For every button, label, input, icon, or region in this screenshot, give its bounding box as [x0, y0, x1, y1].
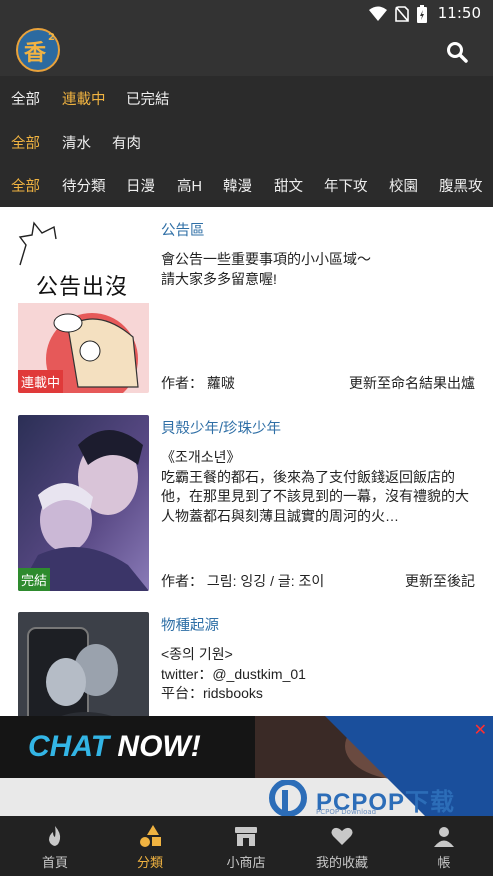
- search-icon[interactable]: [445, 40, 469, 64]
- nav-account-label: 帳: [437, 855, 451, 870]
- nav-categories[interactable]: 分類: [101, 816, 199, 876]
- flame-icon: [49, 826, 61, 846]
- nav-shop[interactable]: 小商店: [197, 816, 295, 876]
- bottom-nav: 首頁 分類 小商店 我的收藏 帳: [0, 816, 493, 876]
- cover-image: 公告出沒 連載中: [18, 217, 149, 393]
- nav-account[interactable]: 帳: [395, 816, 493, 876]
- genre-filter-all[interactable]: 全部: [11, 175, 40, 196]
- type-filter-all[interactable]: 全部: [11, 132, 40, 153]
- comic-author: 作者： 蘿啵: [161, 375, 235, 391]
- genre-filter-japanese[interactable]: 日漫: [126, 175, 155, 196]
- comic-description: <종의 기원> twitter：@_dustkim_01 平台：ridsbook…: [161, 646, 306, 721]
- genre-filter-row: 全部 待分類 日漫 高H 韓漫 甜文 年下攻 校園 腹黑攻: [0, 163, 493, 207]
- app-logo[interactable]: 香 2: [16, 28, 60, 72]
- genre-filter-korean[interactable]: 韓漫: [223, 175, 252, 196]
- nav-favorites-label: 我的收藏: [315, 855, 368, 870]
- comic-update: 更新至後記: [405, 573, 475, 589]
- cover-caption: 公告出沒: [36, 275, 129, 300]
- status-filter-row: 全部 連載中 已完結: [0, 76, 493, 120]
- status-bar: 11:50: [0, 0, 493, 28]
- ad-headline: CHAT NOW!: [28, 730, 201, 764]
- genre-filter-uncategorized[interactable]: 待分類: [62, 175, 106, 196]
- type-filter-row: 全部 清水 有肉: [0, 120, 493, 164]
- shapes-icon: [140, 825, 161, 847]
- status-filter-all[interactable]: 全部: [11, 88, 40, 109]
- pearl-boy-cover-art: [18, 415, 149, 591]
- ad-close-icon[interactable]: ✕: [474, 720, 487, 739]
- comic-title[interactable]: 物種起源: [161, 614, 219, 635]
- heart-icon: [331, 827, 353, 845]
- type-filter-clean[interactable]: 清水: [62, 132, 91, 153]
- nav-categories-label: 分類: [136, 855, 163, 870]
- genre-filter-sweet[interactable]: 甜文: [274, 175, 303, 196]
- comic-title[interactable]: 公告區: [161, 219, 205, 240]
- comic-description: 《조개소년》 吃霸王餐的都石，後來為了支付飯錢返回飯店的他，在那里見到了不該見到…: [161, 449, 469, 524]
- comic-author: 作者： 그림: 잉깅 / 글: 조이: [161, 573, 325, 589]
- genre-filter-high-h[interactable]: 高H: [177, 175, 202, 196]
- status-icons: [369, 5, 427, 23]
- ad-headline-chat: CHAT: [28, 730, 110, 763]
- ad-banner[interactable]: CHAT NOW! ✕ PCPOP下载 PCPOP Download: [0, 716, 493, 816]
- announcement-cover-art: [18, 217, 149, 393]
- user-icon: [434, 827, 454, 847]
- list-item[interactable]: 完結 貝殼少年/珍珠少年 《조개소년》 吃霸王餐的都石，後來為了支付飯錢返回飯店…: [0, 405, 493, 591]
- genre-filter-younger-top[interactable]: 年下攻: [324, 175, 368, 196]
- logo-superscript: 2: [48, 32, 55, 43]
- comic-description: 會公告一些重要事項的小小區域～ 請大家多多留意喔!: [161, 251, 371, 287]
- shop-icon: [235, 827, 257, 846]
- genre-filter-scheming-top[interactable]: 腹黑攻: [439, 175, 483, 196]
- status-badge: 完結: [18, 568, 51, 591]
- no-sim-icon: [395, 6, 409, 22]
- wifi-icon: [369, 6, 387, 21]
- comic-title[interactable]: 貝殼少年/珍珠少年: [161, 417, 281, 438]
- status-filter-completed[interactable]: 已完結: [126, 88, 170, 109]
- nav-shop-label: 小商店: [226, 855, 266, 870]
- list-item[interactable]: 公告出沒 連載中 公告區 會公告一些重要事項的小小區域～ 請大家多多留意喔! 作…: [0, 207, 493, 393]
- watermark-subtext: PCPOP Download: [316, 808, 377, 816]
- nav-favorites[interactable]: 我的收藏: [293, 816, 391, 876]
- watermark: PCPOP下载 PCPOP Download: [268, 779, 454, 816]
- status-time: 11:50: [437, 4, 481, 22]
- app-bar: 香 2: [0, 28, 493, 76]
- status-badge: 連載中: [18, 370, 64, 393]
- ad-headline-now: NOW!: [109, 730, 201, 763]
- type-filter-mature[interactable]: 有肉: [112, 132, 141, 153]
- status-filter-ongoing[interactable]: 連載中: [62, 88, 106, 109]
- watermark-logo-icon: [269, 779, 307, 816]
- cover-image: 完結: [18, 415, 149, 591]
- genre-filter-school[interactable]: 校園: [389, 175, 418, 196]
- logo-glyph: 香: [24, 41, 47, 66]
- nav-home-label: 首頁: [41, 855, 68, 870]
- comic-update: 更新至命名結果出爐: [349, 375, 475, 391]
- nav-home[interactable]: 首頁: [6, 816, 104, 876]
- battery-charging-icon: [417, 5, 427, 23]
